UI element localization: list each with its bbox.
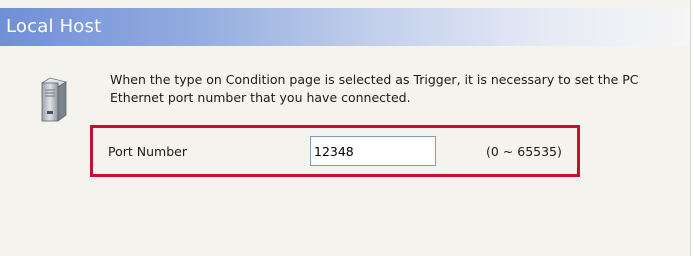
computer-tower-icon <box>40 77 68 122</box>
section-title: Local Host <box>6 16 102 37</box>
port-number-label: Port Number <box>108 144 187 159</box>
port-number-input[interactable] <box>310 136 436 166</box>
section-header: Local Host <box>0 8 690 46</box>
description-text: When the type on Condition page is selec… <box>110 72 639 105</box>
port-range-label: (0 ~ 65535) <box>486 144 562 159</box>
local-host-panel: Local Host When the type on Condition pa… <box>0 0 691 256</box>
